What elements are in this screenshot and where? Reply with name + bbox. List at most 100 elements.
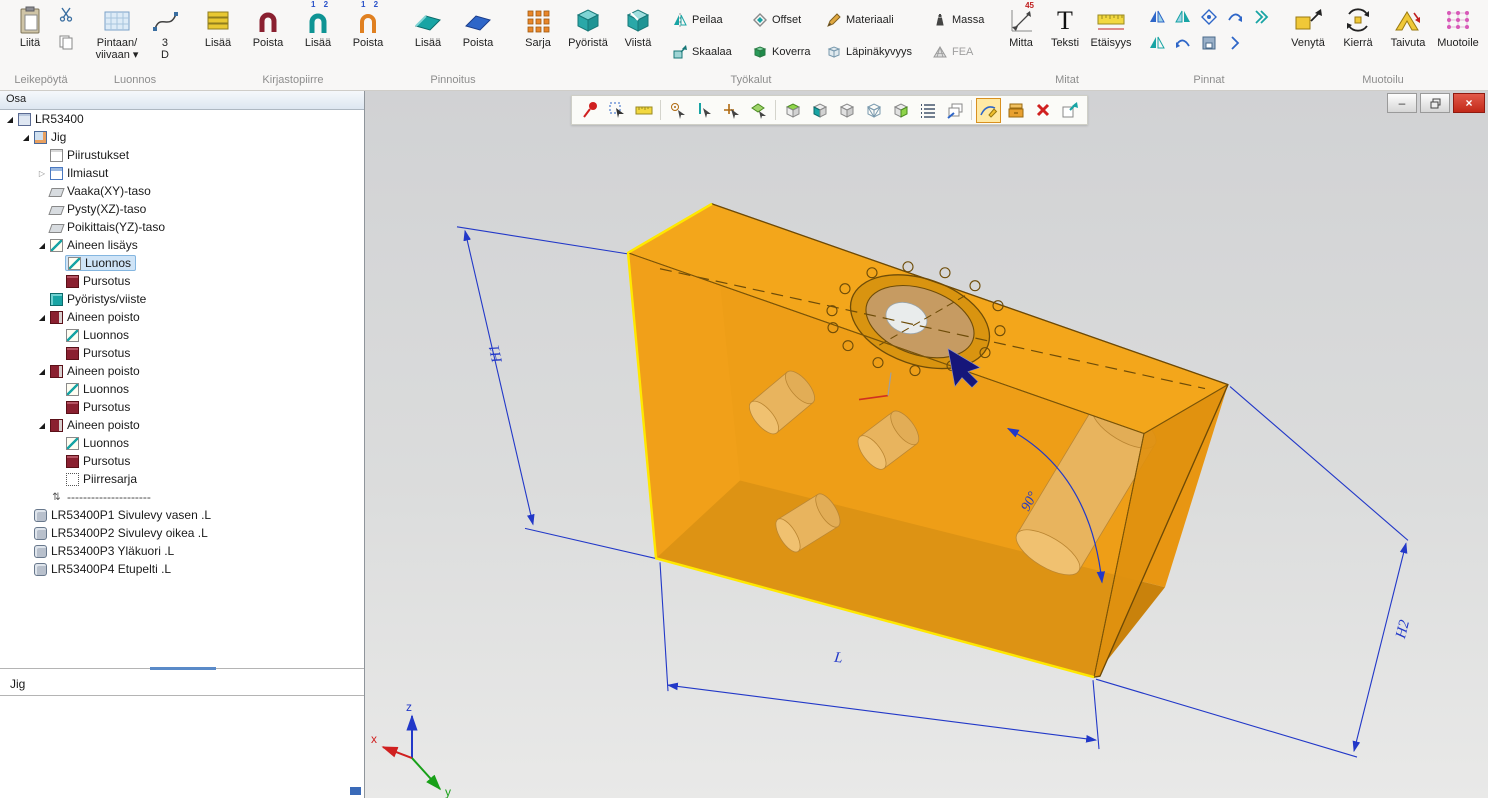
library-remove-button[interactable]: Poista: [244, 1, 292, 49]
tree-item-extrude[interactable]: Pursotus: [0, 398, 364, 416]
tree-item-yz-plane[interactable]: Poikittais(YZ)-taso: [0, 218, 364, 236]
axis-label-y: y: [445, 785, 451, 798]
face-save-button[interactable]: [1198, 33, 1220, 53]
expand-arrow-icon[interactable]: ▷: [35, 169, 49, 178]
mirror-button[interactable]: Peilaa: [672, 11, 752, 29]
cut-button[interactable]: [56, 5, 76, 23]
copy-button[interactable]: [56, 33, 76, 51]
transparency-button[interactable]: Läpinäkyvyys: [826, 43, 932, 61]
tree-item-material-remove[interactable]: ◢Aineen poisto: [0, 308, 364, 326]
series-button[interactable]: Sarja: [514, 1, 562, 49]
scale-button[interactable]: Skaalaa: [672, 43, 752, 61]
tree-item-separator[interactable]: ⇅---------------------: [0, 488, 364, 506]
tree-item-part-p3[interactable]: LR53400P3 Yläkuori .L: [0, 542, 364, 560]
form-button[interactable]: Muotoile: [1434, 1, 1482, 49]
tree-item-views[interactable]: ▷Ilmiasut: [0, 164, 364, 182]
library-remove-numbered-button[interactable]: 1 2 Poista: [344, 1, 392, 49]
face-merge-button[interactable]: [1172, 7, 1194, 27]
bend-button[interactable]: Taivuta: [1384, 1, 1432, 49]
mass-button[interactable]: Massa: [932, 11, 988, 29]
tree-item-extrude[interactable]: Pursotus: [0, 344, 364, 362]
expand-arrow-icon[interactable]: ◢: [35, 367, 49, 376]
stretch-button[interactable]: Venytä: [1284, 1, 1332, 49]
face-next-button[interactable]: [1250, 7, 1272, 27]
view-top-face-button[interactable]: [780, 98, 805, 123]
tree-item-part-p2[interactable]: LR53400P2 Sivulevy oikea .L: [0, 524, 364, 542]
select-dimension-button[interactable]: [604, 98, 629, 123]
library-add-button[interactable]: Lisää: [194, 1, 242, 49]
view-iso-button[interactable]: [834, 98, 859, 123]
tree-item-sketch[interactable]: Luonnos: [0, 326, 364, 344]
minimize-button[interactable]: –: [1387, 93, 1417, 113]
panel-resize-corner[interactable]: [350, 787, 361, 795]
tree-item-sketch[interactable]: Luonnos: [0, 380, 364, 398]
rotate-button[interactable]: Kierrä: [1334, 1, 1382, 49]
paste-button[interactable]: Liitä: [6, 1, 54, 49]
expand-arrow-icon[interactable]: ◢: [35, 313, 49, 322]
tree-item-root[interactable]: ◢LR53400: [0, 110, 364, 128]
delete-button[interactable]: [1030, 98, 1055, 123]
view-wireframe-button[interactable]: [861, 98, 886, 123]
splitter-handle[interactable]: [150, 667, 216, 670]
face-split-button[interactable]: [1146, 7, 1168, 27]
feature-drawer-button[interactable]: [1003, 98, 1028, 123]
view-front-face-button[interactable]: [807, 98, 832, 123]
tree-item-xy-plane[interactable]: Vaaka(XY)-taso: [0, 182, 364, 200]
tree-item-jig[interactable]: ◢Jig: [0, 128, 364, 146]
snap-axis-button[interactable]: [692, 98, 717, 123]
expand-arrow-icon[interactable]: ◢: [19, 133, 33, 142]
close-button[interactable]: ×: [1453, 93, 1485, 113]
tree-item-sketch[interactable]: Luonnos: [0, 434, 364, 452]
snap-intersection-button[interactable]: [719, 98, 744, 123]
viewport-canvas[interactable]: H1 L H2 90° z x y: [365, 91, 1488, 798]
face-undo-button[interactable]: [1172, 33, 1194, 53]
tree-item-part-p4[interactable]: LR53400P4 Etupelti .L: [0, 560, 364, 578]
expand-arrow-icon[interactable]: ◢: [3, 115, 17, 124]
ruler-button[interactable]: [631, 98, 656, 123]
fea-button[interactable]: FEA: [932, 43, 988, 61]
hollow-button[interactable]: Koverra: [752, 43, 826, 61]
face-offset-button[interactable]: [1198, 7, 1220, 27]
face-rotate-button[interactable]: [1224, 7, 1246, 27]
feature-drawer-icon: [1006, 100, 1026, 120]
material-button[interactable]: Materiaali: [826, 11, 932, 29]
sketch-3d-button[interactable]: 3 D: [148, 1, 182, 61]
feature-list-button[interactable]: [915, 98, 940, 123]
export-view-button[interactable]: [1057, 98, 1082, 123]
face-forward-button[interactable]: [1224, 33, 1246, 53]
tree-item-drawings[interactable]: Piirustukset: [0, 146, 364, 164]
tree-item-feature-series[interactable]: Piirresarja: [0, 470, 364, 488]
restore-button[interactable]: [1420, 93, 1450, 113]
fillet-button[interactable]: Pyöristä: [564, 1, 612, 49]
tree-item-material-remove[interactable]: ◢Aineen poisto: [0, 416, 364, 434]
snap-free-button[interactable]: [665, 98, 690, 123]
offset-button[interactable]: Offset: [752, 11, 826, 29]
expand-arrow-icon[interactable]: ◢: [35, 241, 49, 250]
tree-item-extrude[interactable]: Pursotus: [0, 452, 364, 470]
sketch-to-face-button[interactable]: Pintaan/ viivaan ▾: [88, 1, 146, 61]
face-copy-button[interactable]: [1146, 33, 1168, 53]
tree-item-xz-plane[interactable]: Pysty(XZ)-taso: [0, 200, 364, 218]
expand-arrow-icon[interactable]: ◢: [35, 421, 49, 430]
tree-item-extrude[interactable]: Pursotus: [0, 272, 364, 290]
select-solid-face-button[interactable]: [888, 98, 913, 123]
pin-button[interactable]: [577, 98, 602, 123]
distance-button[interactable]: Etäisyys: [1088, 1, 1134, 49]
chamfer-button[interactable]: Viistä: [614, 1, 662, 49]
sketch-mode-button[interactable]: [976, 98, 1001, 123]
tree-item-material-add[interactable]: ◢Aineen lisäys: [0, 236, 364, 254]
model-solid[interactable]: [628, 204, 1228, 677]
tree-item-material-remove[interactable]: ◢Aineen poisto: [0, 362, 364, 380]
copy-level-button[interactable]: [942, 98, 967, 123]
library-add-numbered-button[interactable]: 1 2 Lisää: [294, 1, 342, 49]
coating-add-button[interactable]: Lisää: [404, 1, 452, 49]
tree-item-fillet[interactable]: Pyöristys/viiste: [0, 290, 364, 308]
dimension-h1[interactable]: H1: [457, 227, 655, 559]
tree-item-part-p1[interactable]: LR53400P1 Sivulevy vasen .L: [0, 506, 364, 524]
library-add-label: Lisää: [205, 37, 231, 49]
coating-remove-button[interactable]: Poista: [454, 1, 502, 49]
tree-item-sketch-selected[interactable]: Luonnos: [0, 254, 364, 272]
measure-button[interactable]: 45 Mitta: [1000, 1, 1042, 49]
select-face-button[interactable]: [746, 98, 771, 123]
text-button[interactable]: T Teksti: [1044, 1, 1086, 49]
